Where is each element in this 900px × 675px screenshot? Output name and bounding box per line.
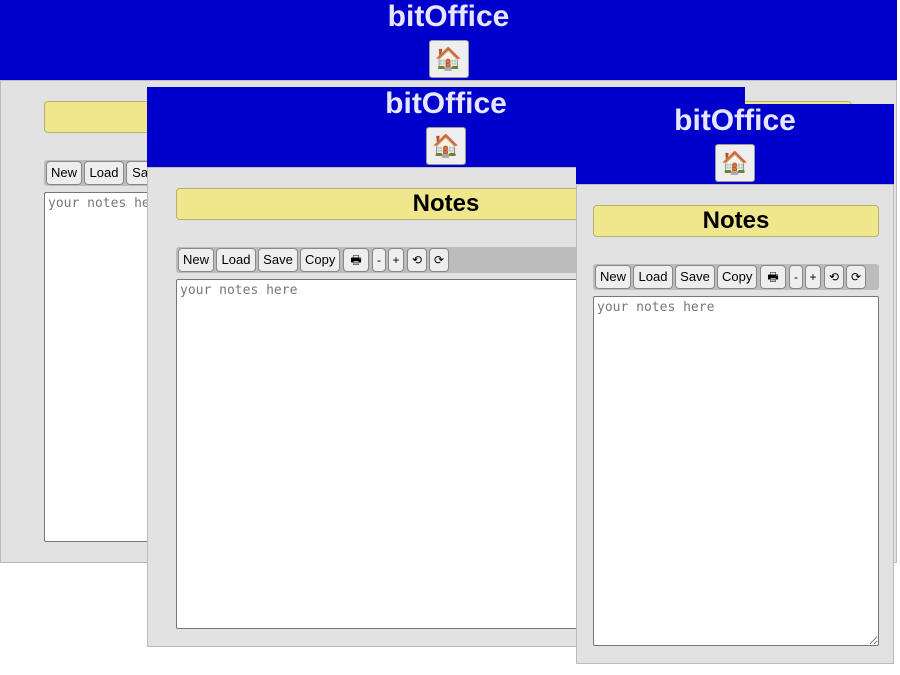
brand-title: bitOffice (674, 104, 796, 137)
copy-button[interactable]: Copy (717, 265, 757, 289)
brand-title: bitOffice (387, 0, 510, 33)
notes-window-front: bitOffice 🏠 Notes New Load Save Copy 🖶 -… (576, 104, 894, 664)
notes-textarea[interactable] (593, 296, 879, 646)
new-button[interactable]: New (595, 265, 631, 289)
home-icon: 🏠 (721, 150, 749, 175)
toolbar: New Load Save Copy 🖶 - + ⟲ ⟳ (593, 264, 879, 290)
header: bitOffice 🏠 (576, 104, 894, 184)
load-button[interactable]: Load (216, 248, 256, 272)
home-icon: 🏠 (434, 46, 463, 71)
print-button[interactable]: 🖶 (343, 248, 369, 272)
copy-button[interactable]: Copy (300, 248, 340, 272)
new-button[interactable]: New (178, 248, 214, 272)
save-button[interactable]: Save (675, 265, 715, 289)
undo-button[interactable]: ⟲ (824, 265, 844, 289)
page-title: Notes (593, 205, 879, 237)
home-button[interactable]: 🏠 (428, 40, 469, 78)
zoom-in-button[interactable]: + (805, 265, 821, 289)
print-button[interactable]: 🖶 (760, 265, 786, 289)
save-button[interactable]: Save (258, 248, 298, 272)
undo-button[interactable]: ⟲ (407, 248, 427, 272)
home-button[interactable]: 🏠 (715, 144, 755, 182)
print-icon: 🖶 (350, 253, 362, 267)
zoom-out-button[interactable]: - (372, 248, 386, 272)
home-button[interactable]: 🏠 (426, 127, 466, 165)
zoom-in-button[interactable]: + (388, 248, 404, 272)
print-icon: 🖶 (767, 270, 779, 284)
load-button[interactable]: Load (84, 161, 124, 185)
redo-button[interactable]: ⟳ (846, 265, 866, 289)
home-icon: 🏠 (432, 133, 460, 158)
header: bitOffice 🏠 (0, 0, 897, 80)
redo-button[interactable]: ⟳ (429, 248, 449, 272)
new-button[interactable]: New (46, 161, 82, 185)
zoom-out-button[interactable]: - (789, 265, 803, 289)
load-button[interactable]: Load (633, 265, 673, 289)
app-body: Notes New Load Save Copy 🖶 - + ⟲ ⟳ (576, 184, 894, 664)
